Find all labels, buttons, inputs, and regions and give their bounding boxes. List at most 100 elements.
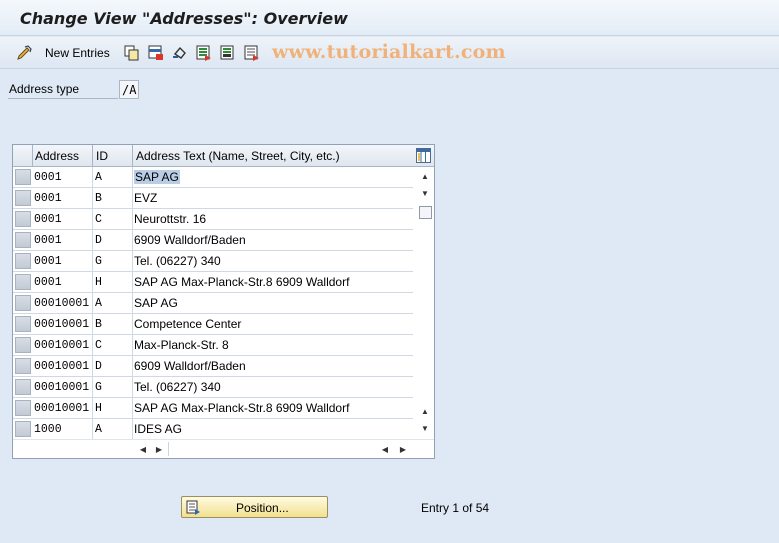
cell-address: 00010001 bbox=[34, 297, 90, 310]
address-type-field: /A bbox=[119, 80, 139, 99]
row-selector[interactable] bbox=[15, 169, 31, 185]
select-all-rows-button[interactable] bbox=[13, 145, 33, 167]
table-row[interactable]: 0001 B EVZ bbox=[13, 188, 413, 209]
scroll-right-end-icon[interactable]: ▶ bbox=[397, 442, 409, 456]
vertical-scrollbar[interactable]: ▲ ▼ ▲ ▼ bbox=[416, 167, 434, 439]
cell-id: A bbox=[95, 423, 102, 436]
edit-toggle-icon[interactable] bbox=[16, 45, 32, 61]
cell-address-text[interactable]: SAP AG bbox=[134, 170, 180, 184]
table-row[interactable]: 00010001 D 6909 Walldorf/Baden bbox=[13, 356, 413, 377]
table-row[interactable]: 00010001 B Competence Center bbox=[13, 314, 413, 335]
cell-address-text[interactable]: SAP AG Max-Planck-Str.8 6909 Walldorf bbox=[134, 275, 349, 289]
scroll-up-icon[interactable]: ▲ bbox=[418, 169, 432, 183]
column-header-address[interactable]: Address bbox=[35, 149, 79, 163]
cell-id: A bbox=[95, 171, 102, 184]
table-row[interactable]: 0001 G Tel. (06227) 340 bbox=[13, 251, 413, 272]
row-selector[interactable] bbox=[15, 295, 31, 311]
scroll-left-end-icon[interactable]: ◀ bbox=[379, 442, 391, 456]
column-header-id[interactable]: ID bbox=[96, 149, 108, 163]
row-selector[interactable] bbox=[15, 190, 31, 206]
cell-address: 00010001 bbox=[34, 360, 90, 373]
cell-id: G bbox=[95, 381, 102, 394]
cell-id: B bbox=[95, 318, 102, 331]
cell-address: 00010001 bbox=[34, 339, 90, 352]
application-toolbar: New Entries www.tutorialkart.com bbox=[0, 37, 779, 69]
table-row[interactable]: 0001 A SAP AG bbox=[13, 167, 413, 188]
cell-id: C bbox=[95, 213, 102, 226]
watermark-text: www.tutorialkart.com bbox=[272, 41, 506, 63]
scroll-left-icon[interactable]: ◀ bbox=[137, 442, 149, 456]
table-row[interactable]: 00010001 A SAP AG bbox=[13, 293, 413, 314]
scroll-page-up-icon[interactable]: ▲ bbox=[418, 404, 432, 418]
addresses-table: Address ID Address Text (Name, Street, C… bbox=[12, 144, 435, 459]
row-selector[interactable] bbox=[15, 253, 31, 269]
row-selector[interactable] bbox=[15, 232, 31, 248]
cell-id: C bbox=[95, 339, 102, 352]
undo-icon[interactable] bbox=[172, 45, 188, 61]
cell-address-text[interactable]: EVZ bbox=[134, 191, 157, 205]
table-row[interactable]: 1000 A IDES AG bbox=[13, 419, 413, 440]
delete-icon[interactable] bbox=[148, 45, 164, 61]
cell-id: D bbox=[95, 360, 102, 373]
cell-id: A bbox=[95, 297, 102, 310]
new-entries-button[interactable]: New Entries bbox=[45, 46, 110, 60]
horizontal-scrollbar[interactable]: ◀ ▶ ◀ ▶ bbox=[13, 439, 434, 458]
cell-address: 00010001 bbox=[34, 318, 90, 331]
cell-address-text[interactable]: 6909 Walldorf/Baden bbox=[134, 233, 246, 247]
entry-counter: Entry 1 of 54 bbox=[421, 501, 490, 515]
table-row[interactable]: 0001 C Neurottstr. 16 bbox=[13, 209, 413, 230]
row-selector[interactable] bbox=[15, 274, 31, 290]
cell-address: 0001 bbox=[34, 234, 62, 247]
cell-address-text[interactable]: Tel. (06227) 340 bbox=[134, 254, 221, 268]
cell-address-text[interactable]: IDES AG bbox=[134, 422, 182, 436]
cell-address-text[interactable]: SAP AG Max-Planck-Str.8 6909 Walldorf bbox=[134, 401, 349, 415]
cell-address-text[interactable]: Competence Center bbox=[134, 317, 241, 331]
position-icon bbox=[186, 500, 201, 515]
row-selector[interactable] bbox=[15, 421, 31, 437]
select-all-icon[interactable] bbox=[196, 45, 212, 61]
position-button-label: Position... bbox=[236, 501, 289, 515]
cell-address-text[interactable]: SAP AG bbox=[134, 296, 178, 310]
cell-address: 0001 bbox=[34, 213, 62, 226]
table-row[interactable]: 0001 H SAP AG Max-Planck-Str.8 6909 Walldo… bbox=[13, 272, 413, 293]
cell-address-text[interactable]: Tel. (06227) 340 bbox=[134, 380, 221, 394]
row-selector[interactable] bbox=[15, 379, 31, 395]
row-selector[interactable] bbox=[15, 316, 31, 332]
cell-id: H bbox=[95, 402, 102, 415]
cell-address: 00010001 bbox=[34, 402, 90, 415]
title-bar: Change View "Addresses": Overview bbox=[0, 0, 779, 36]
address-type-label: Address type bbox=[8, 80, 118, 99]
cell-id: B bbox=[95, 192, 102, 205]
table-row[interactable]: 00010001 C Max-Planck-Str. 8 bbox=[13, 335, 413, 356]
cell-address-text[interactable]: Neurottstr. 16 bbox=[134, 212, 206, 226]
table-row[interactable]: 0001 D 6909 Walldorf/Baden bbox=[13, 230, 413, 251]
table-row[interactable]: 00010001 H SAP AG Max-Planck-Str.8 6909 Wa… bbox=[13, 398, 413, 419]
scroll-page-down-icon[interactable]: ▼ bbox=[418, 421, 432, 435]
scroll-down-icon[interactable]: ▼ bbox=[418, 186, 432, 200]
copy-icon[interactable] bbox=[124, 45, 140, 61]
cell-address-text[interactable]: Max-Planck-Str. 8 bbox=[134, 338, 229, 352]
cell-address-text[interactable]: 6909 Walldorf/Baden bbox=[134, 359, 246, 373]
row-selector[interactable] bbox=[15, 400, 31, 416]
cell-address: 0001 bbox=[34, 171, 62, 184]
column-header-text[interactable]: Address Text (Name, Street, City, etc.) bbox=[136, 149, 340, 163]
table-header: Address ID Address Text (Name, Street, C… bbox=[13, 145, 434, 167]
deselect-all-icon[interactable] bbox=[244, 45, 260, 61]
row-selector[interactable] bbox=[15, 211, 31, 227]
scroll-right-icon[interactable]: ▶ bbox=[153, 442, 165, 456]
cell-id: H bbox=[95, 276, 102, 289]
table-settings-icon[interactable] bbox=[416, 148, 431, 163]
cell-address: 1000 bbox=[34, 423, 62, 436]
row-selector[interactable] bbox=[15, 358, 31, 374]
cell-id: D bbox=[95, 234, 102, 247]
scrollbar-thumb[interactable] bbox=[419, 206, 432, 219]
cell-address: 00010001 bbox=[34, 381, 90, 394]
row-selector[interactable] bbox=[15, 337, 31, 353]
position-button[interactable]: Position... bbox=[181, 496, 328, 518]
table-row[interactable]: 00010001 G Tel. (06227) 340 bbox=[13, 377, 413, 398]
cell-address: 0001 bbox=[34, 255, 62, 268]
selected-cell-text[interactable]: SAP AG bbox=[134, 170, 180, 184]
select-block-icon[interactable] bbox=[220, 45, 236, 61]
cell-address: 0001 bbox=[34, 192, 62, 205]
cell-id: G bbox=[95, 255, 102, 268]
